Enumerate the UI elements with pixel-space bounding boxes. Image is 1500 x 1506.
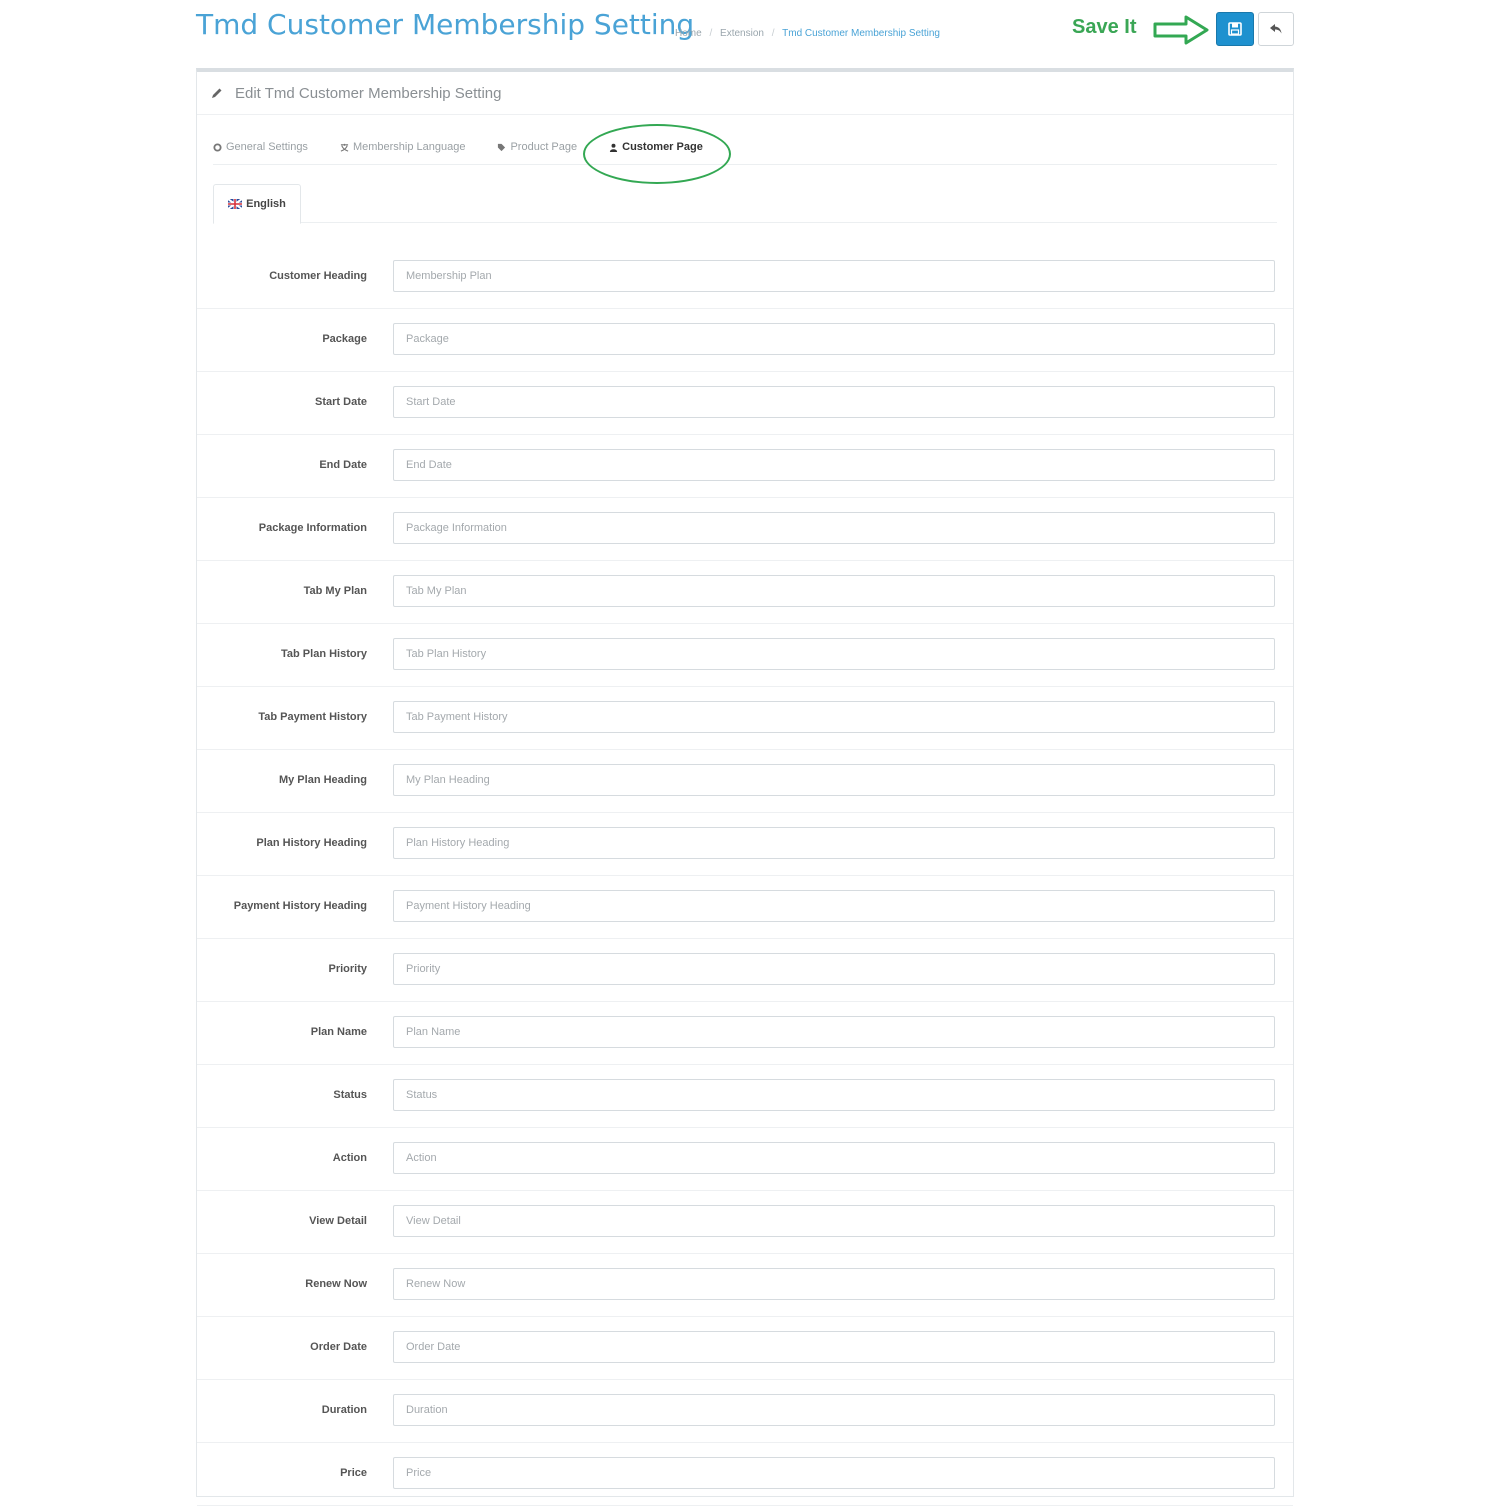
order-date-label: Order Date (310, 1341, 367, 1353)
my-plan-heading-input[interactable] (393, 764, 1275, 796)
tag-icon (497, 143, 506, 152)
breadcrumb-extension[interactable]: Extension (720, 28, 764, 39)
customer-page-form: Customer Heading Package Start Date End Dat… (197, 246, 1293, 1506)
duration-label: Duration (321, 1404, 367, 1416)
tab-my-plan-label: Tab My Plan (303, 585, 367, 597)
save-button[interactable] (1216, 12, 1254, 46)
start-date-label: Start Date (315, 396, 367, 408)
tab-label: Product Page (510, 141, 578, 153)
arrow-right-icon (1153, 15, 1209, 45)
payment-history-heading-input[interactable] (393, 890, 1275, 922)
plan-name-input[interactable] (393, 1016, 1275, 1048)
duration-input[interactable] (393, 1394, 1275, 1426)
my-plan-heading-label: My Plan Heading (278, 774, 367, 786)
page-title: Tmd Customer Membership Setting (196, 8, 695, 41)
form-row-tab-my-plan: Tab My Plan (197, 561, 1293, 624)
form-row-package-information: Package Information (197, 498, 1293, 561)
tab-english-label: English (246, 198, 286, 210)
form-row-tab-payment-history: Tab Payment History (197, 687, 1293, 750)
form-row-end-date: End Date (197, 435, 1293, 498)
renew-now-input[interactable] (393, 1268, 1275, 1300)
breadcrumb-home[interactable]: Home (675, 28, 702, 39)
end-date-input[interactable] (393, 449, 1275, 481)
package-information-input[interactable] (393, 512, 1275, 544)
customer-heading-input[interactable] (393, 260, 1275, 292)
action-label: Action (332, 1152, 367, 1164)
pencil-icon (212, 88, 222, 98)
tab-payment-history-input[interactable] (393, 701, 1275, 733)
settings-tabs: General Settings Membership Language Pro… (213, 124, 1277, 184)
priority-input[interactable] (393, 953, 1275, 985)
breadcrumb-separator: / (709, 28, 713, 39)
package-input[interactable] (393, 323, 1275, 355)
form-row-price: Price (197, 1443, 1293, 1506)
form-row-plan-name: Plan Name (197, 1002, 1293, 1065)
back-button[interactable] (1258, 12, 1294, 46)
form-row-package: Package (197, 309, 1293, 372)
panel-heading: Edit Tmd Customer Membership Setting (197, 72, 1293, 115)
start-date-input[interactable] (393, 386, 1275, 418)
payment-history-heading-label: Payment History Heading (233, 900, 367, 912)
tab-plan-history-label: Tab Plan History (281, 648, 367, 660)
customer-heading-label: Customer Heading (269, 270, 367, 282)
view-detail-input[interactable] (393, 1205, 1275, 1237)
form-row-start-date: Start Date (197, 372, 1293, 435)
tab-english[interactable]: English (213, 184, 301, 224)
form-row-my-plan-heading: My Plan Heading (197, 750, 1293, 813)
tab-customer-page[interactable]: Customer Page (583, 124, 732, 184)
breadcrumb-separator: / (771, 28, 775, 39)
breadcrumb: Home / Extension / Tmd Customer Membersh… (675, 28, 940, 39)
view-detail-label: View Detail (309, 1215, 367, 1227)
tab-product-page[interactable]: Product Page (497, 141, 577, 153)
form-row-customer-heading: Customer Heading (197, 246, 1293, 309)
tab-general-settings[interactable]: General Settings (213, 141, 308, 153)
form-row-action: Action (197, 1128, 1293, 1191)
highlight-ring (583, 124, 732, 184)
tab-label: General Settings (226, 141, 308, 153)
order-date-input[interactable] (393, 1331, 1275, 1363)
gear-icon (213, 142, 222, 152)
language-tabs: English (213, 184, 1277, 224)
settings-panel: Edit Tmd Customer Membership Setting Gen… (196, 68, 1294, 1506)
flag-uk-icon (228, 199, 243, 209)
priority-label: Priority (328, 963, 367, 975)
form-row-duration: Duration (197, 1380, 1293, 1443)
package-information-label: Package Information (258, 522, 367, 534)
status-input[interactable] (393, 1079, 1275, 1111)
tab-label: Membership Language (352, 141, 466, 153)
plan-name-label: Plan Name (310, 1026, 367, 1038)
end-date-label: End Date (319, 459, 367, 471)
renew-now-label: Renew Now (305, 1278, 367, 1290)
price-label: Price (340, 1467, 367, 1479)
tab-payment-history-label: Tab Payment History (258, 711, 367, 723)
form-row-renew-now: Renew Now (197, 1254, 1293, 1317)
language-icon (340, 143, 349, 152)
tab-membership-language[interactable]: Membership Language (340, 141, 466, 153)
tab-plan-history-input[interactable] (393, 638, 1275, 670)
form-row-priority: Priority (197, 939, 1293, 1002)
plan-history-heading-label: Plan History Heading (256, 837, 367, 849)
form-row-plan-history-heading: Plan History Heading (197, 813, 1293, 876)
action-input[interactable] (393, 1142, 1275, 1174)
form-row-tab-plan-history: Tab Plan History (197, 624, 1293, 687)
panel-heading-text: Edit Tmd Customer Membership Setting (235, 84, 502, 102)
price-input[interactable] (393, 1457, 1275, 1489)
plan-history-heading-input[interactable] (393, 827, 1275, 859)
form-row-status: Status (197, 1065, 1293, 1128)
form-row-view-detail: View Detail (197, 1191, 1293, 1254)
status-label: Status (333, 1089, 367, 1101)
save-icon (1228, 22, 1242, 36)
breadcrumb-current[interactable]: Tmd Customer Membership Setting (782, 28, 940, 39)
reply-icon (1270, 24, 1282, 34)
tab-my-plan-input[interactable] (393, 575, 1275, 607)
form-row-order-date: Order Date (197, 1317, 1293, 1380)
package-label: Package (322, 333, 367, 345)
form-row-payment-history-heading: Payment History Heading (197, 876, 1293, 939)
save-callout-label: Save It (1072, 16, 1137, 38)
